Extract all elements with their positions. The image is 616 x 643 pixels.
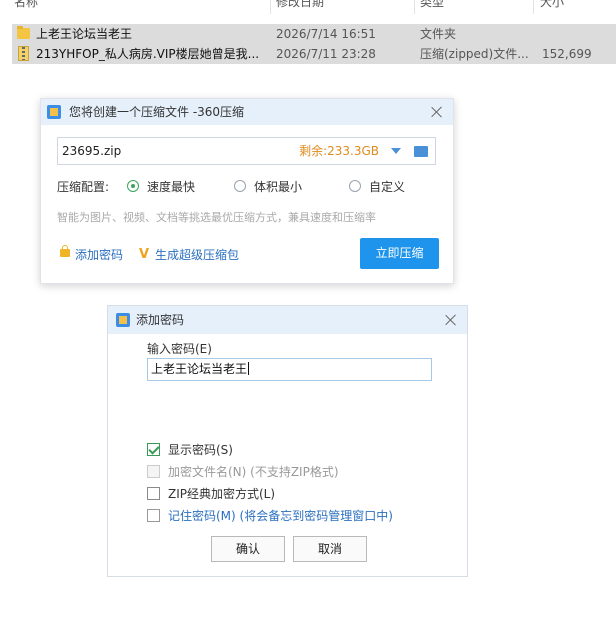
show-password-checkbox[interactable]: 显示密码(S) <box>147 442 233 458</box>
checkbox-icon <box>147 487 160 500</box>
super-pack-link[interactable]: V 生成超级压缩包 <box>139 247 239 263</box>
close-icon[interactable] <box>444 313 458 327</box>
radio-icon <box>234 180 246 192</box>
radio-fastest[interactable]: 速度最快 <box>127 179 195 195</box>
compress-hint: 智能为图片、视频、文档等挑选最优压缩方式，兼具速度和压缩率 <box>57 211 376 224</box>
column-header-name[interactable]: 名称 <box>14 0 38 11</box>
add-password-link[interactable]: 添加密码 <box>59 245 124 263</box>
radio-icon <box>349 180 361 192</box>
file-explorer-list: 名称 修改日期 类型 大小 上老王论坛当老王 2026/7/14 16:51 文… <box>0 0 616 64</box>
compress-dialog-titlebar[interactable]: 您将创建一个压缩文件 -360压缩 <box>41 99 453 125</box>
close-icon[interactable] <box>430 105 444 119</box>
super-pack-label: 生成超级压缩包 <box>155 248 240 262</box>
radio-custom-label: 自定义 <box>369 180 406 194</box>
file-type: 压缩(zipped)文件... <box>420 47 529 61</box>
text-caret <box>248 362 250 375</box>
encrypt-filename-label: 加密文件名(N) (不支持ZIP格式) <box>168 465 339 479</box>
file-type: 文件夹 <box>420 27 457 41</box>
password-input-label: 输入密码(E) <box>147 342 212 356</box>
confirm-button[interactable]: 确认 <box>211 536 285 562</box>
file-size: 152,699 <box>542 47 592 61</box>
zip-file-icon <box>18 46 29 61</box>
zip-classic-encryption-checkbox[interactable]: ZIP经典加密方式(L) <box>147 486 275 502</box>
chevron-down-icon[interactable] <box>391 148 401 154</box>
password-dialog-titlebar[interactable]: 添加密码 <box>108 306 467 334</box>
360zip-app-icon <box>116 313 130 327</box>
password-dialog-title: 添加密码 <box>136 313 185 327</box>
lock-icon <box>60 245 70 257</box>
add-password-label: 添加密码 <box>75 248 124 262</box>
file-row[interactable]: 上老王论坛当老王 2026/7/14 16:51 文件夹 <box>12 24 616 44</box>
folder-browse-icon[interactable] <box>414 146 428 157</box>
compress-dialog: 您将创建一个压缩文件 -360压缩 23695.zip 剩余:233.3GB 压… <box>40 98 454 284</box>
column-header-modified[interactable]: 修改日期 <box>276 0 324 11</box>
compress-now-button[interactable]: 立即压缩 <box>360 238 439 269</box>
radio-smallest-label: 体积最小 <box>254 180 303 194</box>
vip-v-icon: V <box>139 247 150 262</box>
radio-selected-icon <box>127 180 139 192</box>
column-header-size[interactable]: 大小 <box>540 0 564 11</box>
show-password-label: 显示密码(S) <box>168 443 233 457</box>
radio-smallest[interactable]: 体积最小 <box>234 179 302 195</box>
360zip-app-icon <box>47 105 61 119</box>
checkbox-icon <box>147 465 160 478</box>
checkbox-icon <box>147 509 160 522</box>
remember-password-label: 记住密码(M) (将会备忘到密码管理窗口中) <box>168 509 393 523</box>
archive-filename[interactable]: 23695.zip <box>62 138 121 164</box>
compress-config-label: 压缩配置: <box>57 180 110 194</box>
password-input[interactable]: 上老王论坛当老王 <box>147 358 432 381</box>
archive-filename-field[interactable]: 23695.zip 剩余:233.3GB <box>57 137 436 165</box>
file-row[interactable]: 213YHFOP_私人病房.VIP楼层她曾是我... 2026/7/11 23:… <box>12 44 616 64</box>
encrypt-filename-checkbox: 加密文件名(N) (不支持ZIP格式) <box>147 464 339 480</box>
compress-dialog-title: 您将创建一个压缩文件 -360压缩 <box>69 105 245 119</box>
free-space-label: 剩余:233.3GB <box>299 144 379 158</box>
checkbox-checked-icon <box>147 443 160 456</box>
column-separator[interactable] <box>270 0 271 14</box>
password-value: 上老王论坛当老王 <box>151 362 248 376</box>
radio-custom[interactable]: 自定义 <box>349 179 405 195</box>
file-date: 2026/7/11 23:28 <box>276 47 376 61</box>
file-name: 213YHFOP_私人病房.VIP楼层她曾是我... <box>36 47 260 61</box>
column-separator[interactable] <box>414 0 415 14</box>
file-name: 上老王论坛当老王 <box>36 27 133 41</box>
add-password-dialog: 添加密码 输入密码(E) 上老王论坛当老王 显示密码(S) 加密文件名(N) (… <box>107 305 468 577</box>
zip-classic-label: ZIP经典加密方式(L) <box>168 487 276 501</box>
column-header-type[interactable]: 类型 <box>420 0 444 11</box>
file-date: 2026/7/14 16:51 <box>276 27 376 41</box>
remember-password-checkbox[interactable]: 记住密码(M) (将会备忘到密码管理窗口中) <box>147 508 393 524</box>
radio-fastest-label: 速度最快 <box>147 180 196 194</box>
column-separator[interactable] <box>533 0 534 14</box>
folder-icon <box>17 26 30 39</box>
cancel-button[interactable]: 取消 <box>293 536 367 562</box>
